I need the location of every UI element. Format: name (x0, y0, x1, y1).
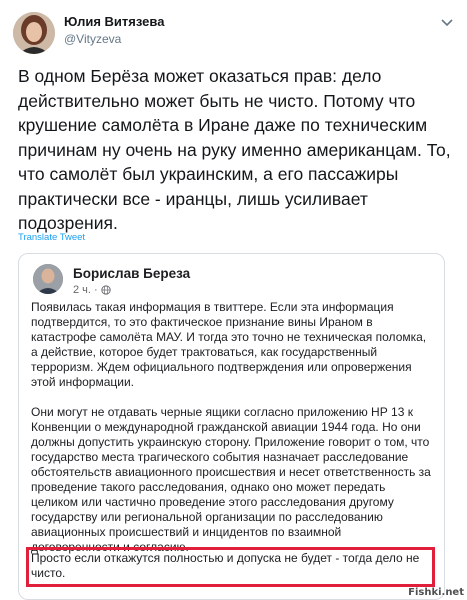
highlighted-text: Просто если откажутся полностью и допуск… (31, 551, 420, 580)
watermark: Fishki.net (408, 587, 464, 598)
author-name[interactable]: Юлия Витязева (64, 14, 164, 29)
quoted-paragraph-2: Они могут не отдавать черные ящики согла… (31, 405, 431, 554)
author-avatar[interactable] (13, 12, 55, 54)
tweet-text: В одном Берёза может оказаться прав: дел… (18, 66, 451, 233)
author-handle[interactable]: @Vityzeva (64, 32, 121, 46)
quoted-author-avatar[interactable] (33, 264, 63, 294)
quoted-post[interactable]: Борислав Береза 2 ч. · Появилась такая и… (18, 253, 445, 600)
chevron-down-icon[interactable] (439, 14, 455, 30)
quoted-post-meta: 2 ч. · (73, 284, 111, 296)
quoted-author-name[interactable]: Борислав Береза (73, 266, 190, 281)
quoted-post-body: Появилась такая информация в твиттере. Е… (31, 300, 433, 570)
quoted-post-time[interactable]: 2 ч. (73, 284, 91, 296)
quoted-paragraph-1: Появилась такая информация в твиттере. Е… (31, 300, 427, 389)
tweet-card: Юлия Витязева @Vityzeva В одном Берёза м… (0, 0, 467, 600)
globe-icon (100, 285, 111, 295)
translate-tweet-link[interactable]: Translate Tweet (18, 232, 85, 243)
